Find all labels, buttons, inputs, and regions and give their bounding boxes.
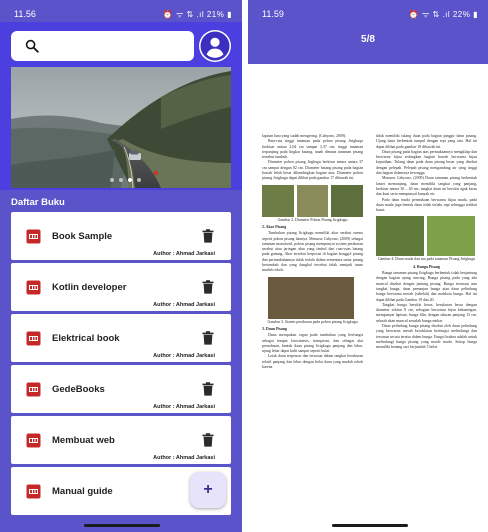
doc-paragraph: Diameter pohon pisang Jirgkugu berkisar … (262, 160, 363, 181)
book-author: Author : Ahmad Jarkasi (153, 455, 215, 461)
delete-icon[interactable] (202, 280, 214, 294)
book-title: Manual guide (52, 486, 113, 497)
book-title: Elektrical book (52, 333, 120, 344)
add-book-button[interactable]: + (190, 472, 226, 508)
book-title: GedeBooks (52, 384, 105, 395)
doc-paragraph: Menurut Cahyono, (2009) Daun tanaman pis… (376, 176, 477, 197)
screenshot-root: 11.56 ⏰ ᯤ ⇅ .ıl 21% ▮ Daftar Buku Book S… (0, 0, 488, 532)
delete-icon[interactable] (202, 433, 214, 447)
pdf-viewer-screen: 11.59 ⏰ ᯤ ⇅ .ıl 22% ▮ 5/8 lapisan luna y… (248, 0, 488, 532)
figure-banana-leaf (427, 216, 475, 257)
pdf-page[interactable]: lapisan luna yang sudah mengering. (Cahy… (262, 134, 477, 464)
book-author: Author : Ahmad Jarkasi (153, 353, 215, 359)
page-indicator: 5/8 (361, 34, 375, 45)
figure-banana-leaf (376, 216, 424, 257)
viewer-header: 11.59 ⏰ ᯤ ⇅ .ıl 22% ▮ 5/8 (248, 0, 488, 64)
search-input[interactable] (11, 31, 194, 61)
doc-paragraph: Bunga tanaman pisang Jirigkugu berbentuk… (376, 271, 477, 302)
figure-banana-roots (268, 276, 354, 319)
book-title: Kotlin developer (52, 282, 127, 293)
pdf-column-right: tidak memiliki tulang daun pada bagian p… (376, 134, 477, 351)
pdf-column-left: lapisan luna yang sudah mengering. (Cahy… (262, 134, 364, 370)
figure-row (376, 216, 477, 257)
book-author: Author : Ahmad Jarkasi (153, 251, 215, 257)
figure-row (262, 276, 363, 319)
banner-image (11, 67, 231, 188)
doc-paragraph: Daun pisang pada bagian atas permukaanny… (376, 149, 477, 176)
figure-banana-trunk (296, 184, 329, 217)
figure-caption: Gambar 2. Diameter Pohon Pisang Jirigkug… (277, 217, 348, 222)
pdf-file-icon (26, 229, 41, 244)
delete-icon[interactable] (202, 331, 214, 345)
pdf-file-icon (26, 484, 41, 499)
status-system-icons: ⏰ ᯤ ⇅ .ıl 22% ▮ (408, 10, 478, 19)
figure-caption: Gambar 3. Sistem perakaran pada pohon pi… (267, 319, 358, 324)
book-list-item[interactable]: Kotlin developer Author : Ahmad Jarkasi (11, 263, 231, 311)
book-list-item[interactable]: Membuat web Author : Ahmad Jarkasi (11, 416, 231, 464)
status-bar: 11.56 ⏰ ᯤ ⇅ .ıl 21% ▮ (0, 0, 242, 22)
status-time: 11.59 (262, 9, 284, 19)
status-time: 11.56 (14, 9, 36, 19)
pdf-file-icon (26, 433, 41, 448)
status-system-icons: ⏰ ᯤ ⇅ .ıl 21% ▮ (162, 10, 232, 19)
gesture-bar (332, 524, 408, 527)
section-title: Daftar Buku (11, 197, 65, 208)
book-list-screen: 11.56 ⏰ ᯤ ⇅ .ıl 21% ▮ Daftar Buku Book S… (0, 0, 242, 532)
pdf-file-icon (26, 280, 41, 295)
book-list-item[interactable]: Elektrical book Author : Ahmad Jarkasi (11, 314, 231, 362)
delete-icon[interactable] (202, 382, 214, 396)
carousel-dot[interactable] (137, 178, 141, 182)
account-icon (200, 31, 230, 61)
figure-banana-trunk (331, 184, 364, 217)
delete-icon[interactable] (202, 229, 214, 243)
book-author: Author : Ahmad Jarkasi (153, 404, 215, 410)
book-list-item[interactable]: Book Sample Author : Ahmad Jarkasi (11, 212, 231, 260)
carousel-indicator (110, 178, 141, 182)
doc-heading: 3. Daun Pisang (262, 326, 287, 331)
carousel-dot-active[interactable] (128, 178, 132, 182)
book-title: Book Sample (52, 231, 113, 242)
doc-heading: 2. Akar Pisang (262, 224, 287, 229)
doc-paragraph: Daun pelindung bunga pisang disebut oleh… (376, 324, 477, 350)
doc-paragraph: Tumbuhan pisang Jirigkugu memiliki akar … (262, 231, 363, 273)
doc-paragraph: tidak memiliki tulang daun pada bagian p… (376, 134, 477, 149)
pdf-file-icon (26, 382, 41, 397)
doc-paragraph: Pada daun muda permukaan berwarna hijau … (376, 197, 477, 213)
figure-caption: Gambar 4. Daun muda dan tua pada tanaman… (377, 257, 476, 262)
pdf-file-icon (26, 331, 41, 346)
carousel-dot[interactable] (119, 178, 123, 182)
gesture-bar (84, 524, 160, 527)
book-list-item[interactable]: GedeBooks Author : Ahmad Jarkasi (11, 365, 231, 413)
book-title: Membuat web (52, 435, 115, 446)
figure-row (262, 184, 364, 217)
profile-button[interactable] (199, 30, 231, 62)
doc-paragraph: Letak daun terpencar dan tersusun dalam … (262, 354, 363, 370)
search-icon (25, 39, 39, 53)
banner-carousel[interactable] (11, 67, 231, 188)
doc-paragraph: Tangkai bunga bersifat keras, berukuran … (376, 302, 477, 323)
doc-paragraph: Rata-rata tinggi tanaman pada pohon pisa… (262, 139, 363, 160)
figure-banana-trunk (262, 184, 294, 217)
doc-paragraph: Daun merupakan organ pada tumbuhan yang … (262, 333, 363, 354)
carousel-dot[interactable] (110, 178, 114, 182)
doc-heading: 4. Bunga Pisang (413, 264, 440, 269)
book-author: Author : Ahmad Jarkasi (153, 302, 215, 308)
